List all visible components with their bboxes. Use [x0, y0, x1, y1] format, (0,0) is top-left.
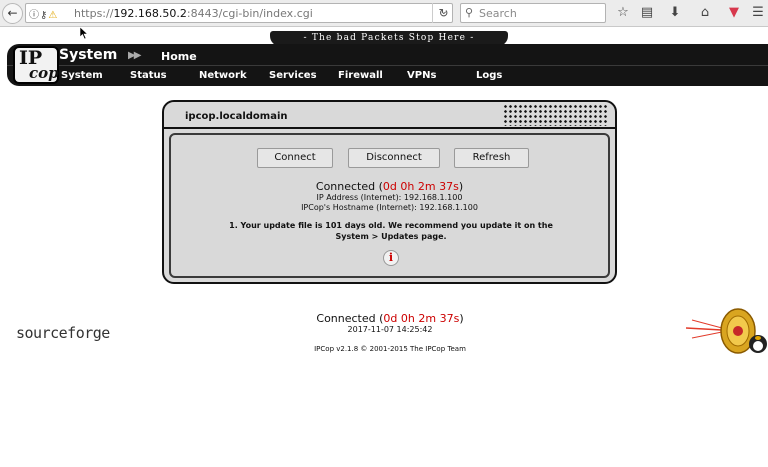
footer-status-suffix: ): [459, 312, 464, 325]
url-host: 192.168.50.2: [113, 7, 187, 20]
download-icon[interactable]: ⬇: [665, 3, 685, 23]
home-icon[interactable]: ⌂: [695, 3, 715, 23]
update-notice: 1. Your update file is 101 days old. We …: [229, 221, 553, 241]
panel-title-bar: ipcop.localdomain: [164, 102, 615, 129]
menu-item-services[interactable]: Services: [269, 70, 317, 81]
browser-toolbar: ← ⓘ⚷⚠ https://192.168.50.2:8443/cgi-bin/…: [0, 0, 768, 27]
double-arrow-icon: ▶▶: [128, 50, 141, 61]
ipcop-header: System ▶▶ Home IP cop System Status Netw…: [7, 44, 768, 86]
menu-item-network[interactable]: Network: [199, 70, 247, 81]
search-bar[interactable]: ⚲: [460, 3, 606, 23]
status-prefix: Connected (: [315, 180, 383, 193]
footer-datetime: 2017-11-07 14:25:42: [347, 325, 433, 334]
uptime-value: 0d 0h 2m 37s: [382, 180, 459, 193]
warning-icon: ⚠: [48, 10, 59, 21]
current-page-link[interactable]: Home: [161, 50, 197, 63]
refresh-button[interactable]: Refresh: [454, 148, 529, 168]
connect-button[interactable]: Connect: [257, 148, 333, 168]
url-text[interactable]: https://192.168.50.2:8443/cgi-bin/index.…: [74, 7, 313, 20]
footer-connection-status: Connected (0d 0h 2m 37s): [250, 312, 530, 325]
url-bar[interactable]: ⓘ⚷⚠ https://192.168.50.2:8443/cgi-bin/in…: [25, 3, 453, 23]
disconnect-button[interactable]: Disconnect: [348, 148, 440, 168]
panel-content: Connect Disconnect Refresh Connected (0d…: [169, 133, 610, 278]
header-title-row: System ▶▶ Home: [7, 44, 768, 66]
ip-address-line: IP Address (Internet): 192.168.1.100: [316, 193, 463, 202]
url-scheme: https://: [74, 7, 114, 20]
search-icon: ⚲: [465, 6, 474, 19]
info-icon[interactable]: i: [383, 250, 399, 266]
main-menu: System Status Network Services Firewall …: [7, 67, 768, 86]
status-suffix: ): [458, 180, 464, 193]
pocket-icon[interactable]: ▼: [724, 3, 744, 23]
menu-item-status[interactable]: Status: [130, 70, 167, 81]
footer-uptime-value: 0d 0h 2m 37s: [383, 312, 460, 325]
menu-item-vpns[interactable]: VPNs: [407, 70, 436, 81]
connection-status: Connected (0d 0h 2m 37s): [171, 180, 608, 193]
copyright-text: IPCop v2.1.8 © 2001-2015 The IPCop Team: [314, 345, 466, 353]
reload-icon[interactable]: ↻: [432, 3, 454, 23]
menu-icon[interactable]: ☰: [748, 3, 768, 23]
site-info-icons[interactable]: ⓘ⚷⚠: [29, 6, 58, 21]
bookmark-star-icon[interactable]: ☆: [613, 3, 633, 23]
hostname-line: IPCop's Hostname (Internet): 192.168.1.1…: [301, 203, 478, 212]
ipcop-mascot-icon[interactable]: [686, 298, 768, 364]
search-input[interactable]: [479, 5, 603, 21]
url-path: :8443/cgi-bin/index.cgi: [186, 7, 313, 20]
mouse-cursor-icon: [80, 27, 88, 39]
menu-item-logs[interactable]: Logs: [476, 70, 502, 81]
panel-title: ipcop.localdomain: [185, 111, 288, 122]
status-panel: ipcop.localdomain Connect Disconnect Ref…: [162, 100, 617, 284]
reading-list-icon[interactable]: ▤: [637, 3, 657, 23]
section-title: System: [59, 47, 118, 63]
menu-item-firewall[interactable]: Firewall: [338, 70, 383, 81]
footer-status-prefix: Connected (: [316, 312, 384, 325]
sourceforge-logo[interactable]: sourceforge: [16, 324, 110, 342]
back-arrow-icon[interactable]: ←: [2, 3, 23, 24]
menu-item-system[interactable]: System: [61, 70, 103, 81]
dotted-decoration: [503, 104, 607, 126]
